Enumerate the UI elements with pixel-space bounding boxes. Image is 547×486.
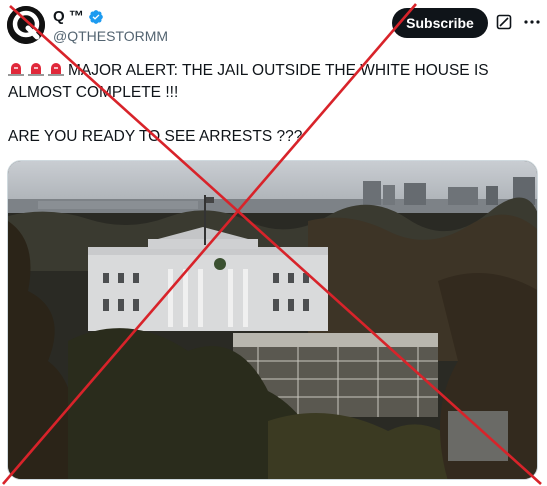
avatar[interactable] <box>7 6 45 44</box>
subscribe-button[interactable]: Subscribe <box>392 8 488 38</box>
more-options-icon[interactable] <box>523 14 541 30</box>
author-handle[interactable]: @QTHESTORMM <box>53 28 168 44</box>
tweet-text-line-3: ARE YOU READY TO SEE ARRESTS ??? <box>8 128 303 145</box>
police-light-icon <box>48 63 64 76</box>
grok-icon[interactable] <box>496 14 512 30</box>
police-light-icon <box>8 63 24 76</box>
white-house-photo <box>8 161 537 479</box>
tweet-text-line-2: ALMOST COMPLETE !!! <box>8 84 179 101</box>
display-name[interactable]: Q ™ <box>53 8 84 25</box>
author-name-row[interactable]: Q ™ <box>53 8 104 25</box>
tweet-media-image[interactable] <box>7 160 538 480</box>
q-logo-icon <box>7 6 45 44</box>
verified-badge-icon <box>89 9 103 24</box>
tweet-text-line-1: MAJOR ALERT: THE JAIL OUTSIDE THE WHITE … <box>8 60 528 82</box>
tweet-text-spacer <box>8 104 528 126</box>
tweet-text-line-1-content: MAJOR ALERT: THE JAIL OUTSIDE THE WHITE … <box>68 62 489 79</box>
police-light-icon <box>28 63 44 76</box>
tweet-text: MAJOR ALERT: THE JAIL OUTSIDE THE WHITE … <box>8 60 528 148</box>
